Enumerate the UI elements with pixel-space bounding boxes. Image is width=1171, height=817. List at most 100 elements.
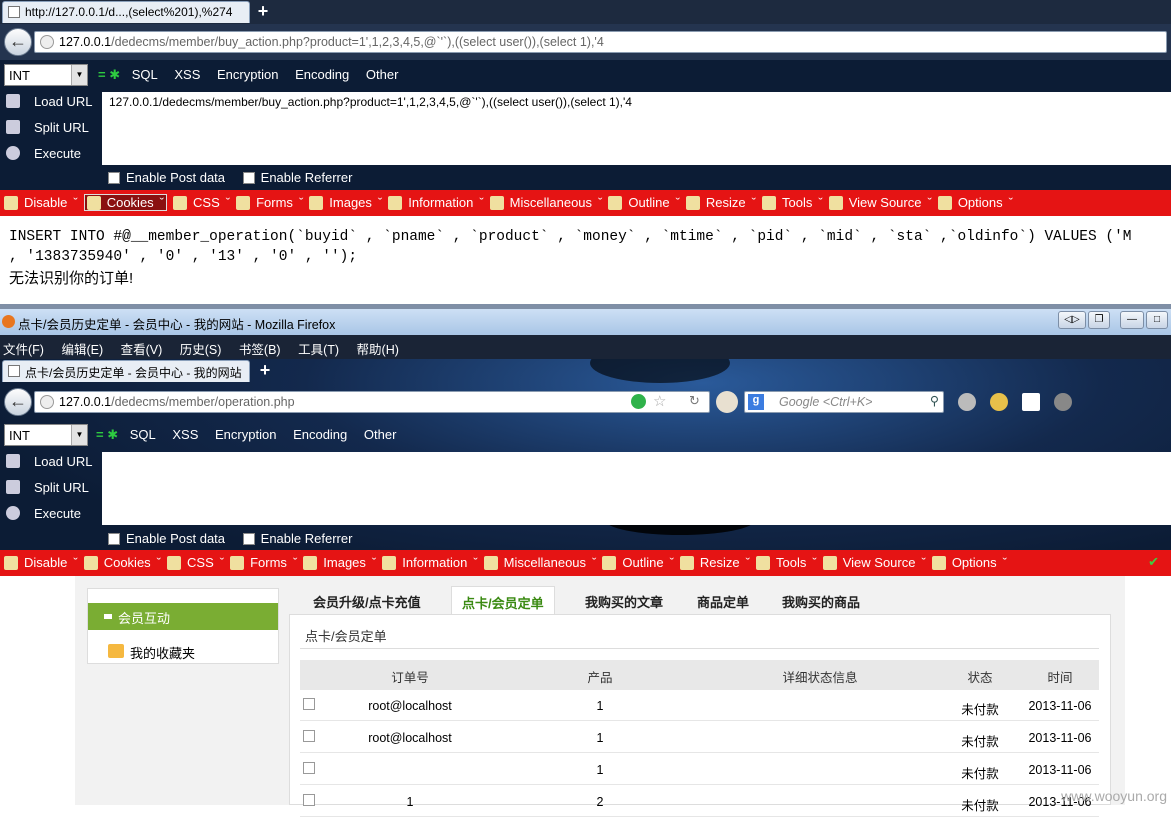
minimize-button[interactable]: — bbox=[1120, 311, 1144, 329]
webdev-label: View Source bbox=[842, 555, 916, 570]
webdev-miscellaneous[interactable]: Miscellaneous ˇ bbox=[483, 555, 596, 570]
webdev-cookies[interactable]: Cookies ˇ bbox=[83, 194, 168, 211]
webdev-css[interactable]: CSS ˇ bbox=[167, 555, 224, 570]
tab-product-orders[interactable]: 商品定单 bbox=[697, 586, 749, 614]
bottom-browser-tab[interactable]: 点卡/会员历史定单 - 会员中心 - 我的网站 bbox=[2, 360, 250, 382]
webdev-outline[interactable]: Outline ˇ bbox=[608, 195, 680, 210]
row-checkbox[interactable] bbox=[303, 794, 315, 806]
top-menu-sql[interactable]: SQL bbox=[132, 67, 158, 82]
webdev-options[interactable]: Options ˇ bbox=[937, 195, 1013, 210]
tab-articles[interactable]: 我购买的文章 bbox=[585, 586, 663, 614]
webdev-forms[interactable]: Forms ˇ bbox=[230, 555, 297, 570]
row-checkbox[interactable] bbox=[303, 730, 315, 742]
panel-title: 点卡/会员定单 bbox=[305, 629, 387, 644]
webdev-information[interactable]: Information ˇ bbox=[382, 555, 478, 570]
bottom-menu-encoding[interactable]: Encoding bbox=[293, 427, 347, 442]
maximize-button[interactable]: □ bbox=[1146, 311, 1168, 329]
webdev-images[interactable]: Images ˇ bbox=[309, 195, 382, 210]
webdev-css[interactable]: CSS ˇ bbox=[173, 195, 230, 210]
top-enable-post[interactable]: Enable Post data bbox=[108, 170, 225, 185]
restore-icon[interactable]: ◁▷ bbox=[1058, 311, 1086, 329]
go-icon[interactable] bbox=[631, 394, 646, 409]
menu-history[interactable]: 历史(S) bbox=[180, 343, 222, 357]
top-hackbar-textarea[interactable]: 127.0.0.1/dedecms/member/buy_action.php?… bbox=[102, 92, 1171, 165]
top-execute-button[interactable]: Execute bbox=[4, 142, 100, 166]
webdev-resize-icon bbox=[685, 196, 700, 210]
copy-window-icon[interactable]: ❐ bbox=[1088, 311, 1110, 329]
webdev-tools[interactable]: Tools ˇ bbox=[762, 195, 823, 210]
menu-view[interactable]: 查看(V) bbox=[121, 343, 163, 357]
home-icon[interactable] bbox=[1022, 393, 1040, 411]
bottom-encoding-select[interactable]: INT ▼ bbox=[4, 424, 88, 446]
screenshot-icon[interactable] bbox=[958, 393, 976, 411]
menu-file[interactable]: 文件(F) bbox=[3, 343, 44, 357]
side-item-favorites[interactable]: 我的收藏夹 bbox=[108, 643, 195, 662]
top-menu-encoding[interactable]: Encoding bbox=[295, 67, 349, 82]
webdev-tools[interactable]: Tools ˇ bbox=[756, 555, 817, 570]
webdev-label: Disable bbox=[24, 555, 68, 570]
noscript-icon[interactable] bbox=[716, 391, 738, 413]
webdev-resize[interactable]: Resize ˇ bbox=[685, 195, 756, 210]
top-split-url-button[interactable]: Split URL bbox=[4, 116, 100, 140]
menu-help[interactable]: 帮助(H) bbox=[357, 343, 399, 357]
top-menu-xss[interactable]: XSS bbox=[174, 67, 200, 82]
webdev-view-source[interactable]: View Source ˇ bbox=[822, 555, 926, 570]
bottom-hackbar-textarea[interactable] bbox=[102, 452, 1171, 525]
back-button[interactable]: ← bbox=[4, 388, 32, 416]
webdev-forms[interactable]: Forms ˇ bbox=[236, 195, 303, 210]
checkbox-icon bbox=[242, 172, 255, 184]
col-product: 产品 bbox=[587, 671, 613, 685]
webdev-disable[interactable]: Disable ˇ bbox=[4, 555, 78, 570]
webdev-information-icon bbox=[388, 196, 403, 210]
bottom-execute-button[interactable]: Execute bbox=[4, 502, 100, 526]
tools-icon[interactable] bbox=[1054, 393, 1072, 411]
bottom-menu-other[interactable]: Other bbox=[364, 427, 397, 442]
search-icon[interactable]: ⚲ bbox=[930, 393, 939, 408]
row-checkbox[interactable] bbox=[303, 698, 315, 710]
tab-purchased[interactable]: 我购买的商品 bbox=[782, 586, 860, 614]
divider bbox=[300, 648, 1099, 649]
top-encoding-select[interactable]: INT ▼ bbox=[4, 64, 88, 86]
search-field[interactable]: g Google <Ctrl+K> ⚲ bbox=[744, 391, 944, 413]
top-load-url-button[interactable]: Load URL bbox=[4, 90, 100, 114]
bottom-enable-post[interactable]: Enable Post data bbox=[108, 531, 225, 546]
bottom-tab-title: 点卡/会员历史定单 - 会员中心 - 我的网站 bbox=[25, 366, 242, 380]
webdev-view-source[interactable]: View Source ˇ bbox=[828, 195, 932, 210]
webdev-outline[interactable]: Outline ˇ bbox=[602, 555, 674, 570]
bottom-load-url-button[interactable]: Load URL bbox=[4, 450, 100, 474]
webdev-images-icon bbox=[309, 196, 324, 210]
webdev-cookies[interactable]: Cookies ˇ bbox=[83, 555, 161, 570]
bottom-enable-referrer[interactable]: Enable Referrer bbox=[242, 531, 352, 546]
bottom-menu-xss[interactable]: XSS bbox=[172, 427, 198, 442]
webdev-options[interactable]: Options ˇ bbox=[931, 555, 1007, 570]
webdev-information[interactable]: Information ˇ bbox=[388, 195, 484, 210]
star-icon[interactable]: ☆ bbox=[653, 392, 666, 410]
top-tab-strip: http://127.0.0.1/d...,(select%201),%274 … bbox=[0, 0, 1171, 24]
webdev-disable[interactable]: Disable ˇ bbox=[4, 195, 78, 210]
addon-icon[interactable] bbox=[990, 393, 1008, 411]
top-enable-referrer[interactable]: Enable Referrer bbox=[242, 170, 352, 185]
tab-upgrade[interactable]: 会员升级/点卡充值 bbox=[313, 586, 421, 614]
webdev-resize[interactable]: Resize ˇ bbox=[679, 555, 750, 570]
webdev-miscellaneous[interactable]: Miscellaneous ˇ bbox=[489, 195, 602, 210]
menu-bookmarks[interactable]: 书签(B) bbox=[239, 343, 281, 357]
bottom-menu-sql[interactable]: SQL bbox=[130, 427, 156, 442]
bottom-split-url-button[interactable]: Split URL bbox=[4, 476, 100, 500]
top-menu-other[interactable]: Other bbox=[366, 67, 399, 82]
top-url-field[interactable]: 127.0.0.1/dedecms/member/buy_action.php?… bbox=[34, 31, 1167, 53]
menu-edit[interactable]: 编辑(E) bbox=[61, 343, 103, 357]
row-checkbox[interactable] bbox=[303, 762, 315, 774]
menu-tools[interactable]: 工具(T) bbox=[298, 343, 339, 357]
new-tab-button[interactable]: + bbox=[254, 361, 276, 381]
top-menu-encryption[interactable]: Encryption bbox=[217, 67, 278, 82]
webdev-images[interactable]: Images ˇ bbox=[303, 555, 376, 570]
webdev-label: Images bbox=[323, 555, 366, 570]
side-item-interact[interactable]: 会员互动 bbox=[88, 603, 278, 630]
tab-card-orders[interactable]: 点卡/会员定单 bbox=[451, 586, 555, 614]
reload-icon[interactable]: ↻ bbox=[689, 393, 700, 409]
top-browser-tab[interactable]: http://127.0.0.1/d...,(select%201),%274 bbox=[2, 1, 250, 23]
new-tab-button[interactable]: + bbox=[252, 2, 274, 22]
bottom-url-field[interactable]: 127.0.0.1/dedecms/member/operation.php ☆… bbox=[34, 391, 710, 413]
back-button[interactable]: ← bbox=[4, 28, 32, 56]
bottom-menu-encryption[interactable]: Encryption bbox=[215, 427, 276, 442]
